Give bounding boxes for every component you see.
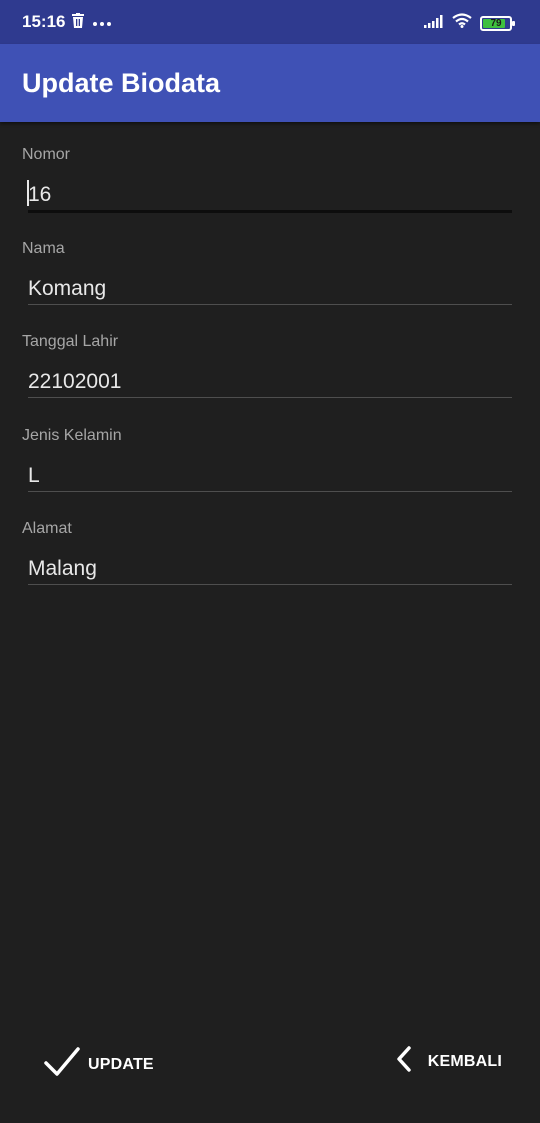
field-label-tanggal-lahir: Tanggal Lahir — [22, 333, 119, 350]
bottom-action-bar: UPDATE KEMBALI — [0, 1020, 540, 1100]
battery-icon: 79 — [480, 15, 515, 31]
trash-icon — [72, 13, 84, 33]
field-label-jenis-kelamin: Jenis Kelamin — [22, 427, 122, 444]
status-left-icons — [72, 13, 112, 33]
input-alamat[interactable]: Malang — [28, 557, 97, 581]
back-button[interactable]: KEMBALI — [396, 1046, 502, 1077]
input-nama[interactable]: Komang — [28, 277, 106, 301]
input-tanggal-lahir[interactable]: 22102001 — [28, 370, 121, 394]
input-underline-alamat — [28, 584, 512, 585]
input-underline-nama — [28, 304, 512, 305]
check-icon — [44, 1046, 80, 1083]
input-nomor[interactable]: 16 — [28, 183, 51, 207]
more-icon — [92, 14, 112, 32]
input-underline-tanggal-lahir — [28, 397, 512, 398]
wifi-icon — [452, 13, 472, 33]
status-bar: 15:16 79 — [0, 0, 540, 44]
battery-level: 79 — [490, 17, 502, 29]
chevron-left-icon — [396, 1046, 412, 1077]
back-button-label: KEMBALI — [427, 1052, 502, 1070]
page-title: Update Biodata — [22, 68, 221, 98]
input-underline-jenis-kelamin — [28, 491, 512, 492]
app-bar: Update Biodata — [0, 44, 540, 122]
field-label-nama: Nama — [22, 240, 65, 257]
status-right-icons: 79 — [424, 13, 515, 33]
update-button-label: UPDATE — [88, 1055, 154, 1073]
field-label-nomor: Nomor — [22, 146, 71, 163]
update-button[interactable]: UPDATE — [44, 1046, 154, 1083]
input-jenis-kelamin[interactable]: L — [28, 464, 40, 488]
signal-icon — [424, 14, 444, 33]
status-time: 15:16 — [22, 12, 66, 31]
input-underline-nomor — [28, 210, 512, 213]
field-label-alamat: Alamat — [22, 520, 72, 537]
